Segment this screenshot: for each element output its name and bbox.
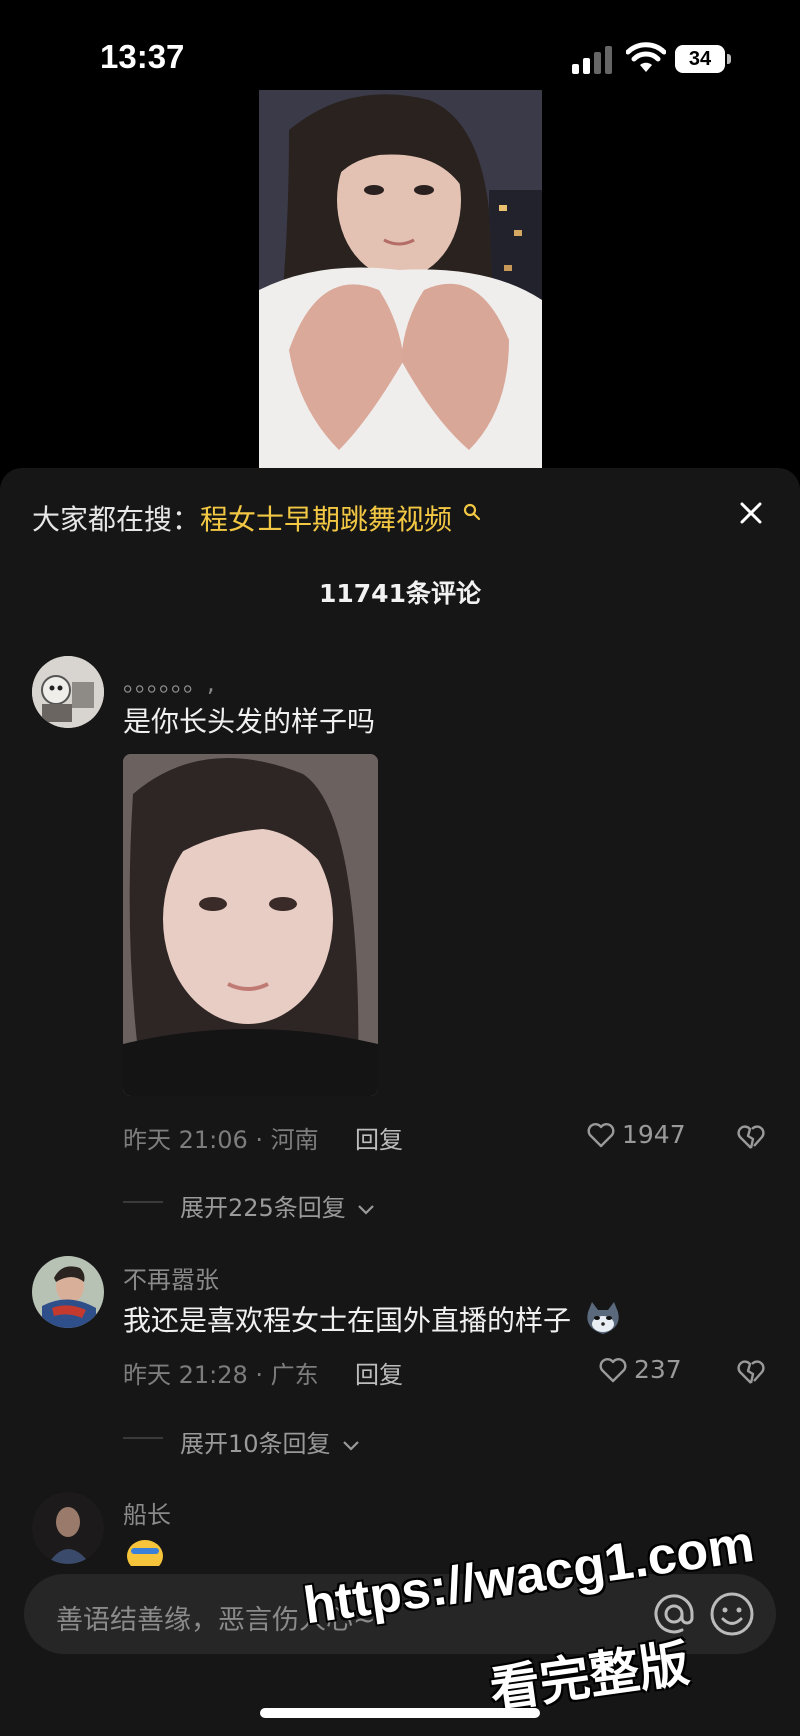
chevron-down-icon xyxy=(358,1205,375,1215)
video-frame-illustration xyxy=(259,90,542,468)
avatar-image xyxy=(32,1256,104,1328)
reply-button[interactable]: 回复 xyxy=(355,1355,403,1390)
comment-username[interactable]: 。。。。。。, xyxy=(123,663,215,698)
comment-count: 11741条评论 xyxy=(319,579,481,608)
status-bar: 13:37 34 xyxy=(0,0,800,90)
video-preview[interactable] xyxy=(259,90,542,468)
reply-button[interactable]: 回复 xyxy=(355,1120,403,1155)
comment-meta: 昨天 21:28 · 广东 xyxy=(123,1361,319,1389)
comment-username[interactable]: 船长 xyxy=(123,1495,171,1530)
close-icon[interactable] xyxy=(736,498,766,528)
comment-text: 是你长头发的样子吗 xyxy=(123,705,376,738)
comment-avatar[interactable] xyxy=(32,1492,104,1564)
battery-level: 34 xyxy=(675,45,725,73)
expand-divider xyxy=(123,1437,163,1439)
comment-avatar[interactable] xyxy=(32,656,104,728)
battery-icon: 34 xyxy=(675,45,731,73)
avatar-image xyxy=(32,656,104,728)
like-count: 1947 xyxy=(622,1120,686,1149)
signal-icon xyxy=(572,46,612,74)
broken-heart-icon[interactable] xyxy=(736,1122,766,1152)
comment-text-content: 我还是喜欢程女士在国外直播的样子 xyxy=(123,1304,572,1337)
comment-username[interactable]: 不再嚣张 xyxy=(123,1260,219,1295)
like-count: 237 xyxy=(634,1355,682,1384)
home-indicator[interactable] xyxy=(260,1708,540,1718)
avatar-image xyxy=(32,1492,104,1564)
heart-icon xyxy=(587,1123,615,1148)
heart-icon xyxy=(599,1358,627,1383)
comment-image-illustration xyxy=(123,754,378,1096)
expand-replies-label: 展开10条回复 xyxy=(180,1430,331,1458)
status-time: 13:37 xyxy=(100,38,185,75)
face-emoji-icon xyxy=(127,1540,163,1566)
like-button[interactable]: 237 xyxy=(598,1355,698,1385)
chevron-down-icon xyxy=(343,1441,359,1451)
wifi-icon xyxy=(626,42,666,72)
expand-replies-button[interactable]: 展开225条回复 xyxy=(180,1188,375,1223)
trending-search-prefix: 大家都在搜： xyxy=(32,503,201,536)
comment-image[interactable] xyxy=(123,754,378,1096)
like-button[interactable]: 1947 xyxy=(586,1120,696,1150)
comment-meta: 昨天 21:06 · 河南 xyxy=(123,1126,319,1154)
cat-emoji-icon xyxy=(587,1302,619,1334)
expand-replies-label: 展开225条回复 xyxy=(180,1194,346,1222)
broken-heart-icon[interactable] xyxy=(736,1357,766,1387)
search-icon xyxy=(463,503,481,521)
expand-replies-button[interactable]: 展开10条回复 xyxy=(180,1424,360,1459)
comment-text: 我还是喜欢程女士在国外直播的样子 xyxy=(123,1299,622,1339)
trending-search-term[interactable]: 程女士早期跳舞视频 xyxy=(200,503,452,536)
comment-avatar[interactable] xyxy=(32,1256,104,1328)
expand-divider xyxy=(123,1201,163,1203)
trending-search[interactable]: 大家都在搜：程女士早期跳舞视频 xyxy=(32,498,481,542)
